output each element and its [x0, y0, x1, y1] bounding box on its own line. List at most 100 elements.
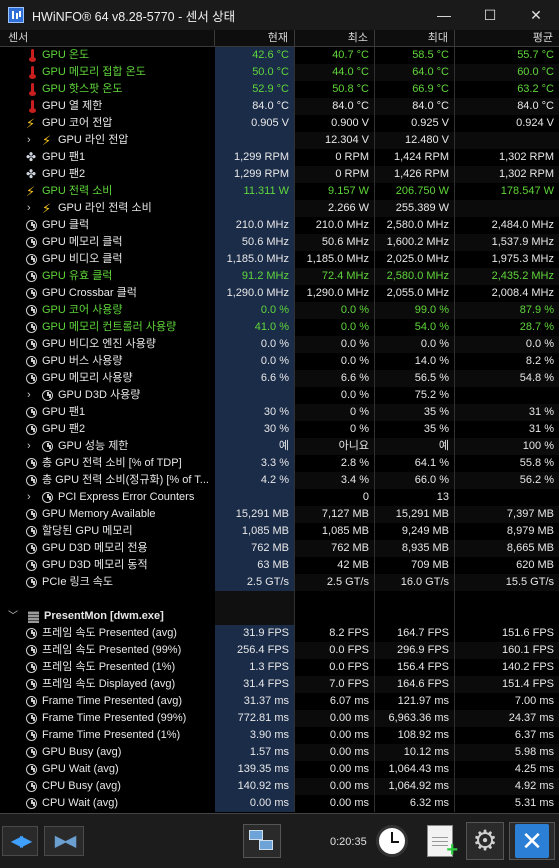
footer-toolbar: ◀▶ ▶◀ 0:20:35 + ⚙ ✕ — [0, 813, 559, 868]
close-window-button[interactable]: ✕ — [513, 0, 559, 30]
sensor-row[interactable]: GPU 핫스팟 온도 52.9 °C 50.8 °C 66.9 °C 63.2 °C — [0, 81, 559, 98]
expand-chevron-icon[interactable]: › — [27, 489, 31, 506]
min-value: 2.8 % — [295, 455, 375, 472]
sensor-row[interactable]: GPU Memory Available 15,291 MB 7,127 MB 15,… — [0, 506, 559, 523]
min-value: 1,185.0 MHz — [295, 251, 375, 268]
expand-collapse-button[interactable]: ◀▶ — [2, 826, 38, 856]
avg-value: 15.5 GT/s — [455, 574, 559, 591]
sensor-row[interactable]: 프레임 속도 Displayed (avg) 31.4 FPS 7.0 FPS 164… — [0, 676, 559, 693]
sensor-row[interactable]: GPU 메모리 접합 온도 50.0 °C 44.0 °C 64.0 °C 60.0 °… — [0, 64, 559, 81]
sensor-row[interactable]: GPU 팬2 30 % 0 % 35 % 31 % — [0, 421, 559, 438]
network-button[interactable] — [243, 824, 281, 858]
collapse-chevron-icon[interactable]: ﹀ — [8, 608, 18, 625]
sensor-row[interactable]: GPU Busy (avg) 1.57 ms 0.00 ms 10.12 ms 5.98… — [0, 744, 559, 761]
sensor-row[interactable]: › ⚡ GPU 라인 전력 소비 2.266 W 255.389 W — [0, 200, 559, 217]
current-value: 0.905 V — [215, 115, 295, 132]
reset-timer-button[interactable] — [372, 822, 412, 860]
sensor-row[interactable]: GPU D3D 메모리 동적 63 MB 42 MB 709 MB 620 MB — [0, 557, 559, 574]
settings-button[interactable]: ⚙ — [466, 822, 504, 860]
sensor-row[interactable]: CPU Busy (avg) 140.92 ms 0.00 ms 1,064.92 m… — [0, 778, 559, 795]
column-header-max[interactable]: 최대 — [375, 30, 455, 47]
expand-chevron-icon[interactable]: › — [27, 132, 31, 149]
sensor-label: GPU Memory Available — [42, 508, 156, 520]
column-header-sensor[interactable]: 센서 — [0, 30, 215, 47]
avg-value: 7,397 MB — [455, 506, 559, 523]
sensor-name-cell: ⚡ GPU 전력 소비 — [0, 183, 215, 200]
sensor-row[interactable]: ⚡ GPU 전력 소비 11.311 W 9.157 W 206.750 W 178.54… — [0, 183, 559, 200]
min-value: 7,127 MB — [295, 506, 375, 523]
sensor-group-header[interactable]: ﹀ PresentMon [dwm.exe] — [0, 608, 559, 625]
gauge-icon — [26, 475, 37, 486]
current-value: 63 MB — [215, 557, 295, 574]
sensor-row[interactable]: GPU Crossbar 클럭 1,290.0 MHz 1,290.0 MHz 2,0… — [0, 285, 559, 302]
sensor-label: GPU 클럭 — [42, 219, 90, 231]
close-sensors-button[interactable]: ✕ — [509, 822, 555, 860]
sensor-row[interactable]: GPU 온도 42.6 °C 40.7 °C 58.5 °C 55.7 °C — [0, 47, 559, 64]
sensor-row[interactable]: 프레임 속도 Presented (99%) 256.4 FPS 0.0 FPS 29… — [0, 642, 559, 659]
sensor-row[interactable]: PCIe 링크 속도 2.5 GT/s 2.5 GT/s 16.0 GT/s 15.5 … — [0, 574, 559, 591]
sensor-row[interactable]: GPU 비디오 엔진 사용량 0.0 % 0.0 % 0.0 % 0.0 % — [0, 336, 559, 353]
logging-button[interactable]: + — [420, 822, 460, 860]
column-header-min[interactable]: 최소 — [295, 30, 375, 47]
avg-value: 100 % — [455, 438, 559, 455]
max-value: 15,291 MB — [375, 506, 455, 523]
current-value: 31.9 FPS — [215, 625, 295, 642]
current-value: 2.5 GT/s — [215, 574, 295, 591]
sensor-row[interactable]: Frame Time Presented (avg) 31.37 ms 6.07 m… — [0, 693, 559, 710]
sensor-row[interactable]: 프레임 속도 Presented (avg) 31.9 FPS 8.2 FPS 164… — [0, 625, 559, 642]
sensor-row[interactable]: GPU 비디오 클럭 1,185.0 MHz 1,185.0 MHz 2,025.0 … — [0, 251, 559, 268]
sensor-row[interactable]: GPU 메모리 클럭 50.6 MHz 50.6 MHz 1,600.2 MHz 1,5… — [0, 234, 559, 251]
sensor-row[interactable]: › ⚡ GPU 라인 전압 12.304 V 12.480 V — [0, 132, 559, 149]
sensor-row[interactable]: GPU 유효 클럭 91.2 MHz 72.4 MHz 2,580.0 MHz 2,43… — [0, 268, 559, 285]
sensor-row[interactable]: CPU Wait (avg) 0.00 ms 0.00 ms 6.32 ms 5.31 … — [0, 795, 559, 812]
sensor-row[interactable]: Frame Time Presented (1%) 3.90 ms 0.00 ms 1… — [0, 727, 559, 744]
sensor-row[interactable]: GPU 메모리 컨트롤러 사용량 41.0 % 0.0 % 54.0 % 28.7 % — [0, 319, 559, 336]
column-header-current[interactable]: 현재 — [215, 30, 295, 47]
sensor-name-cell: GPU 온도 — [0, 47, 215, 64]
reset-layout-button[interactable]: ▶◀ — [44, 826, 84, 856]
current-value: 50.6 MHz — [215, 234, 295, 251]
sensor-row[interactable]: GPU 버스 사용량 0.0 % 0.0 % 14.0 % 8.2 % — [0, 353, 559, 370]
gear-icon: ⚙ — [472, 825, 498, 856]
sensor-row[interactable]: › GPU D3D 사용량 0.0 % 75.2 % — [0, 387, 559, 404]
sensor-label: Frame Time Presented (99%) — [42, 712, 187, 724]
elapsed-timer: 0:20:35 — [330, 836, 367, 848]
expand-chevron-icon[interactable]: › — [27, 387, 31, 404]
column-header-avg[interactable]: 평균 — [455, 30, 559, 47]
min-value: 0.00 ms — [295, 744, 375, 761]
sensor-row[interactable]: ✤ GPU 팬1 1,299 RPM 0 RPM 1,424 RPM 1,302 RPM — [0, 149, 559, 166]
sensor-row[interactable]: ✤ GPU 팬2 1,299 RPM 0 RPM 1,426 RPM 1,302 RPM — [0, 166, 559, 183]
min-value: 0.0 % — [295, 353, 375, 370]
sensor-row[interactable]: 프레임 속도 Presented (1%) 1.3 FPS 0.0 FPS 156.4… — [0, 659, 559, 676]
expand-chevron-icon[interactable]: › — [27, 438, 31, 455]
sensor-row[interactable]: GPU 메모리 사용량 6.6 % 6.6 % 56.5 % 54.8 % — [0, 370, 559, 387]
avg-value: 63.2 °C — [517, 83, 554, 95]
sensor-row[interactable]: › PCI Express Error Counters 0 13 — [0, 489, 559, 506]
avg-value: 1,302 RPM — [455, 166, 559, 183]
max-value: 2,580.0 MHz — [375, 217, 455, 234]
sensor-row[interactable]: GPU Wait (avg) 139.35 ms 0.00 ms 1,064.43 m… — [0, 761, 559, 778]
sensor-label: Frame Time Presented (1%) — [42, 729, 181, 741]
sensor-row[interactable]: GPU 열 제한 84.0 °C 84.0 °C 84.0 °C 84.0 °C — [0, 98, 559, 115]
sensor-row[interactable]: GPU 코어 사용량 0.0 % 0.0 % 99.0 % 87.9 % — [0, 302, 559, 319]
sensor-name-cell: GPU Memory Available — [0, 506, 215, 523]
sensor-label: CPU Wait (avg) — [42, 797, 118, 809]
maximize-button[interactable]: ☐ — [467, 0, 513, 30]
sensor-row[interactable]: › GPU 성능 제한 예 아니요 예 100 % — [0, 438, 559, 455]
sensor-row[interactable]: ⚡ GPU 코어 전압 0.905 V 0.900 V 0.925 V 0.924 V — [0, 115, 559, 132]
sensor-row[interactable]: GPU D3D 메모리 전용 762 MB 762 MB 8,935 MB 8,665 … — [0, 540, 559, 557]
gauge-icon — [26, 373, 37, 384]
sensor-row[interactable]: Frame Time Presented (99%) 772.81 ms 0.00 … — [0, 710, 559, 727]
min-value: 0.00 ms — [295, 795, 375, 812]
avg-value — [455, 200, 559, 217]
expand-chevron-icon[interactable]: › — [27, 200, 31, 217]
sensor-row[interactable]: GPU 클럭 210.0 MHz 210.0 MHz 2,580.0 MHz 2,484… — [0, 217, 559, 234]
min-value: 3.4 % — [295, 472, 375, 489]
sensor-row[interactable]: 할당된 GPU 메모리 1,085 MB 1,085 MB 9,249 MB 8,979… — [0, 523, 559, 540]
sensor-row[interactable]: GPU 팬1 30 % 0 % 35 % 31 % — [0, 404, 559, 421]
sensor-row[interactable]: 총 GPU 전력 소비(정규화) [% of T... 4.2 % 3.4 % 66.… — [0, 472, 559, 489]
current-value: 1.57 ms — [215, 744, 295, 761]
sensor-row[interactable]: 총 GPU 전력 소비 [% of TDP] 3.3 % 2.8 % 64.1 % 55… — [0, 455, 559, 472]
sensor-name-cell: GPU 메모리 사용량 — [0, 370, 215, 387]
minimize-button[interactable]: — — [421, 0, 467, 30]
